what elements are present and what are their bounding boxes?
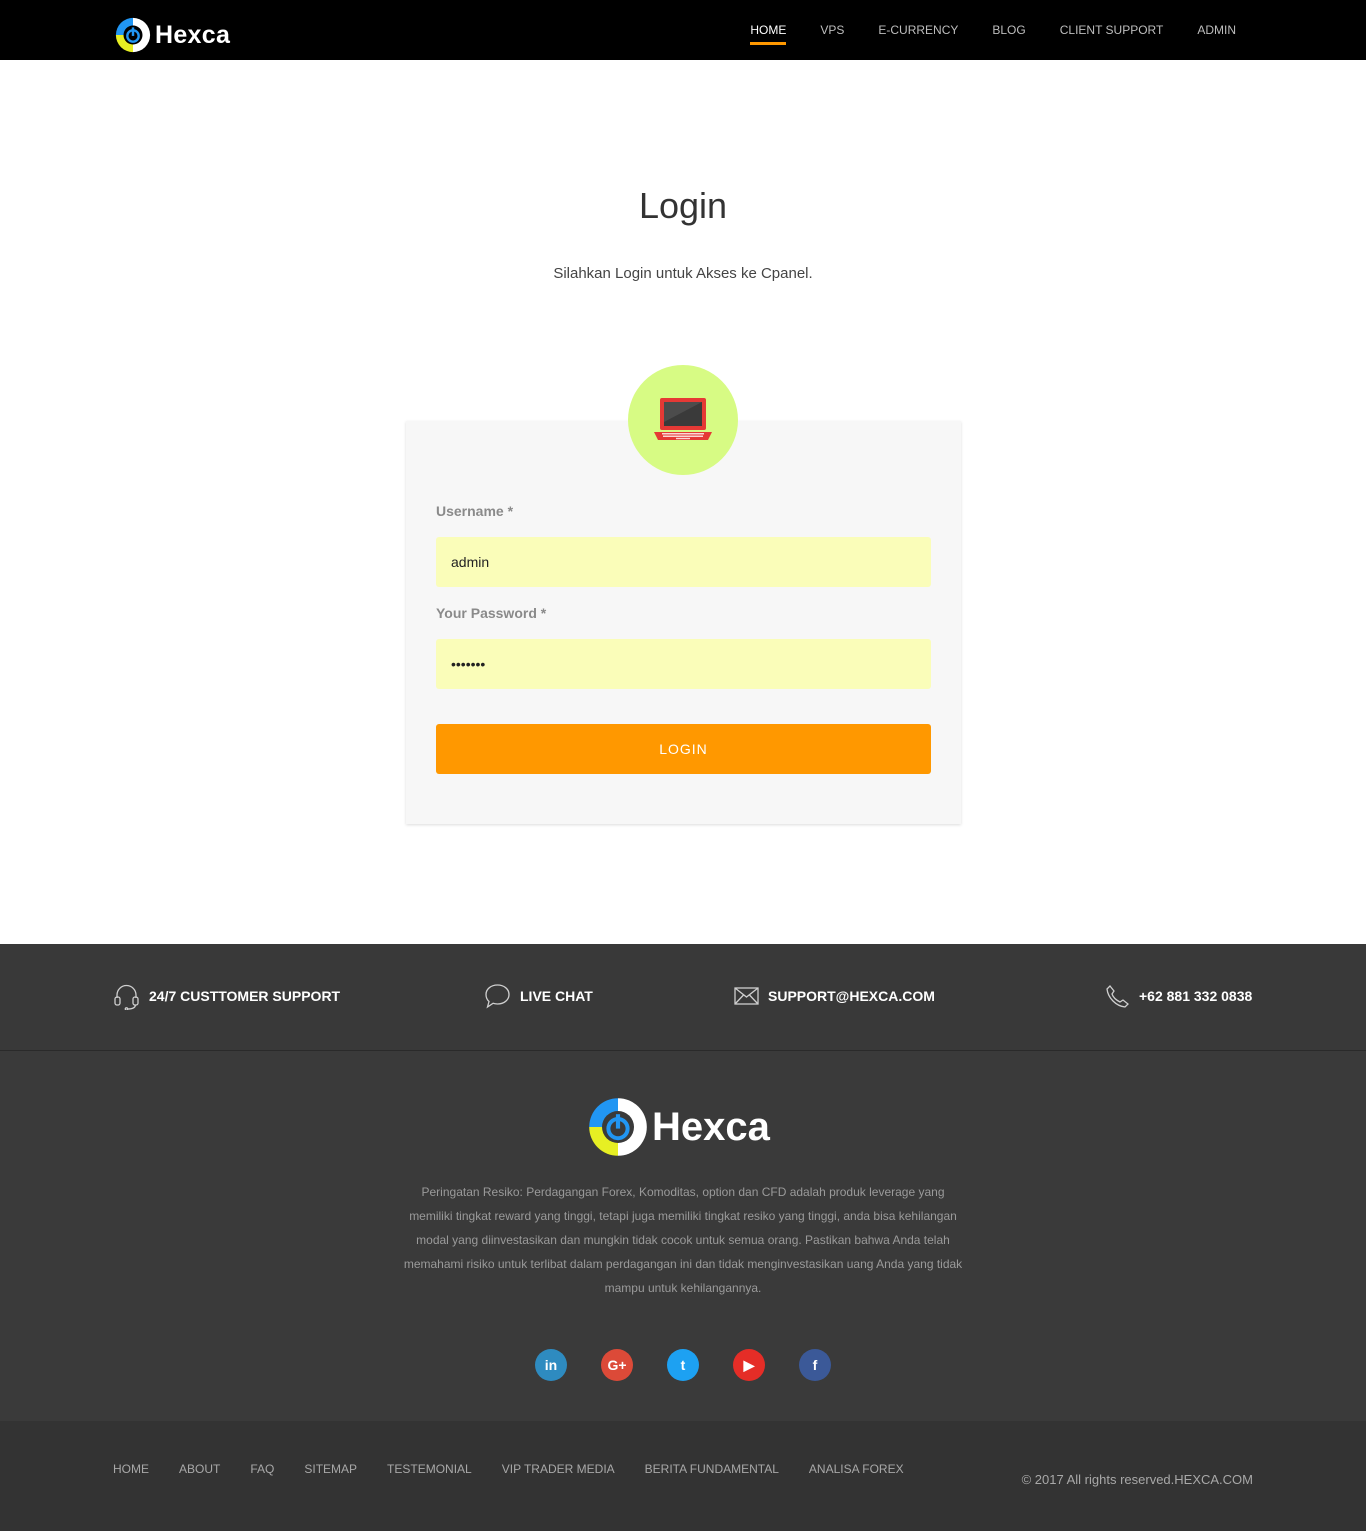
footer-link-faq[interactable]: FAQ <box>250 1462 274 1476</box>
chat-bubble-icon <box>485 984 510 1009</box>
footer-link-testemonial[interactable]: TESTEMONIAL <box>387 1462 472 1476</box>
contact-phone-label: +62 881 332 0838 <box>1139 988 1253 1004</box>
phone-icon <box>1106 984 1129 1008</box>
footer-brand-name: Hexca <box>652 1104 770 1149</box>
contact-live-chat-label: LIVE CHAT <box>520 988 593 1004</box>
google-plus-icon[interactable]: G+ <box>601 1349 633 1381</box>
footer-link-berita-fundamental[interactable]: BERITA FUNDAMENTAL <box>645 1462 779 1476</box>
page-subtitle: Silahkan Login untuk Akses ke Cpanel. <box>553 265 813 282</box>
username-label: Username * <box>436 503 514 519</box>
social-links: in G+ t ▶ f <box>535 1349 865 1381</box>
envelope-icon <box>734 987 759 1005</box>
page-title: Login <box>638 185 728 226</box>
nav-e-currency[interactable]: E-CURRENCY <box>878 0 958 60</box>
nav-admin[interactable]: ADMIN <box>1197 0 1236 60</box>
laptop-icon <box>654 398 712 440</box>
nav-vps[interactable]: VPS <box>820 0 844 60</box>
headset-icon <box>114 984 139 1010</box>
contact-email-label: SUPPORT@HEXCA.COM <box>768 988 935 1004</box>
footer-link-about[interactable]: ABOUT <box>179 1462 220 1476</box>
youtube-icon[interactable]: ▶ <box>733 1349 765 1381</box>
hexca-logo-icon <box>115 17 151 53</box>
password-label: Your Password * <box>436 605 547 621</box>
nav-home[interactable]: HOME <box>750 0 787 60</box>
nav-client-support[interactable]: CLIENT SUPPORT <box>1060 0 1164 60</box>
brand-name: Hexca <box>155 20 231 49</box>
risk-disclaimer: Peringatan Resiko: Perdagangan Forex, Ko… <box>403 1185 963 1295</box>
password-input[interactable] <box>436 639 931 689</box>
contact-support-label: 24/7 CUSTTOMER SUPPORT <box>149 988 341 1004</box>
username-input[interactable] <box>436 537 931 587</box>
facebook-icon[interactable]: f <box>799 1349 831 1381</box>
contact-phone[interactable]: +62 881 332 0838 <box>1105 983 1252 1009</box>
top-navbar: Hexca HOME VPS E-CURRENCY BLOG CLIENT SU… <box>0 0 1366 60</box>
login-button[interactable]: LOGIN <box>436 724 931 774</box>
footer-link-analisa-forex[interactable]: ANALISA FOREX <box>809 1462 904 1476</box>
twitter-icon[interactable]: t <box>667 1349 699 1381</box>
footer-link-sitemap[interactable]: SITEMAP <box>304 1462 357 1476</box>
hexca-logo-icon <box>589 1098 647 1156</box>
linkedin-icon[interactable]: in <box>535 1349 567 1381</box>
contact-support: 24/7 CUSTTOMER SUPPORT <box>113 983 341 1010</box>
footer-link-vip-trader-media[interactable]: VIP TRADER MEDIA <box>502 1462 615 1476</box>
footer-links: HOME ABOUT FAQ SITEMAP TESTEMONIAL VIP T… <box>113 1462 934 1476</box>
nav-blog[interactable]: BLOG <box>992 0 1025 60</box>
footer-link-home[interactable]: HOME <box>113 1462 149 1476</box>
contact-email[interactable]: SUPPORT@HEXCA.COM <box>734 983 935 1009</box>
main-nav: HOME VPS E-CURRENCY BLOG CLIENT SUPPORT … <box>716 0 1236 60</box>
brand-logo[interactable]: Hexca <box>114 14 230 56</box>
copyright-text: © 2017 All rights reserved.HEXCA.COM <box>1021 1472 1253 1487</box>
contact-live-chat[interactable]: LIVE CHAT <box>484 983 593 1009</box>
login-avatar <box>628 365 738 475</box>
footer-logo[interactable]: Hexca <box>586 1095 770 1159</box>
